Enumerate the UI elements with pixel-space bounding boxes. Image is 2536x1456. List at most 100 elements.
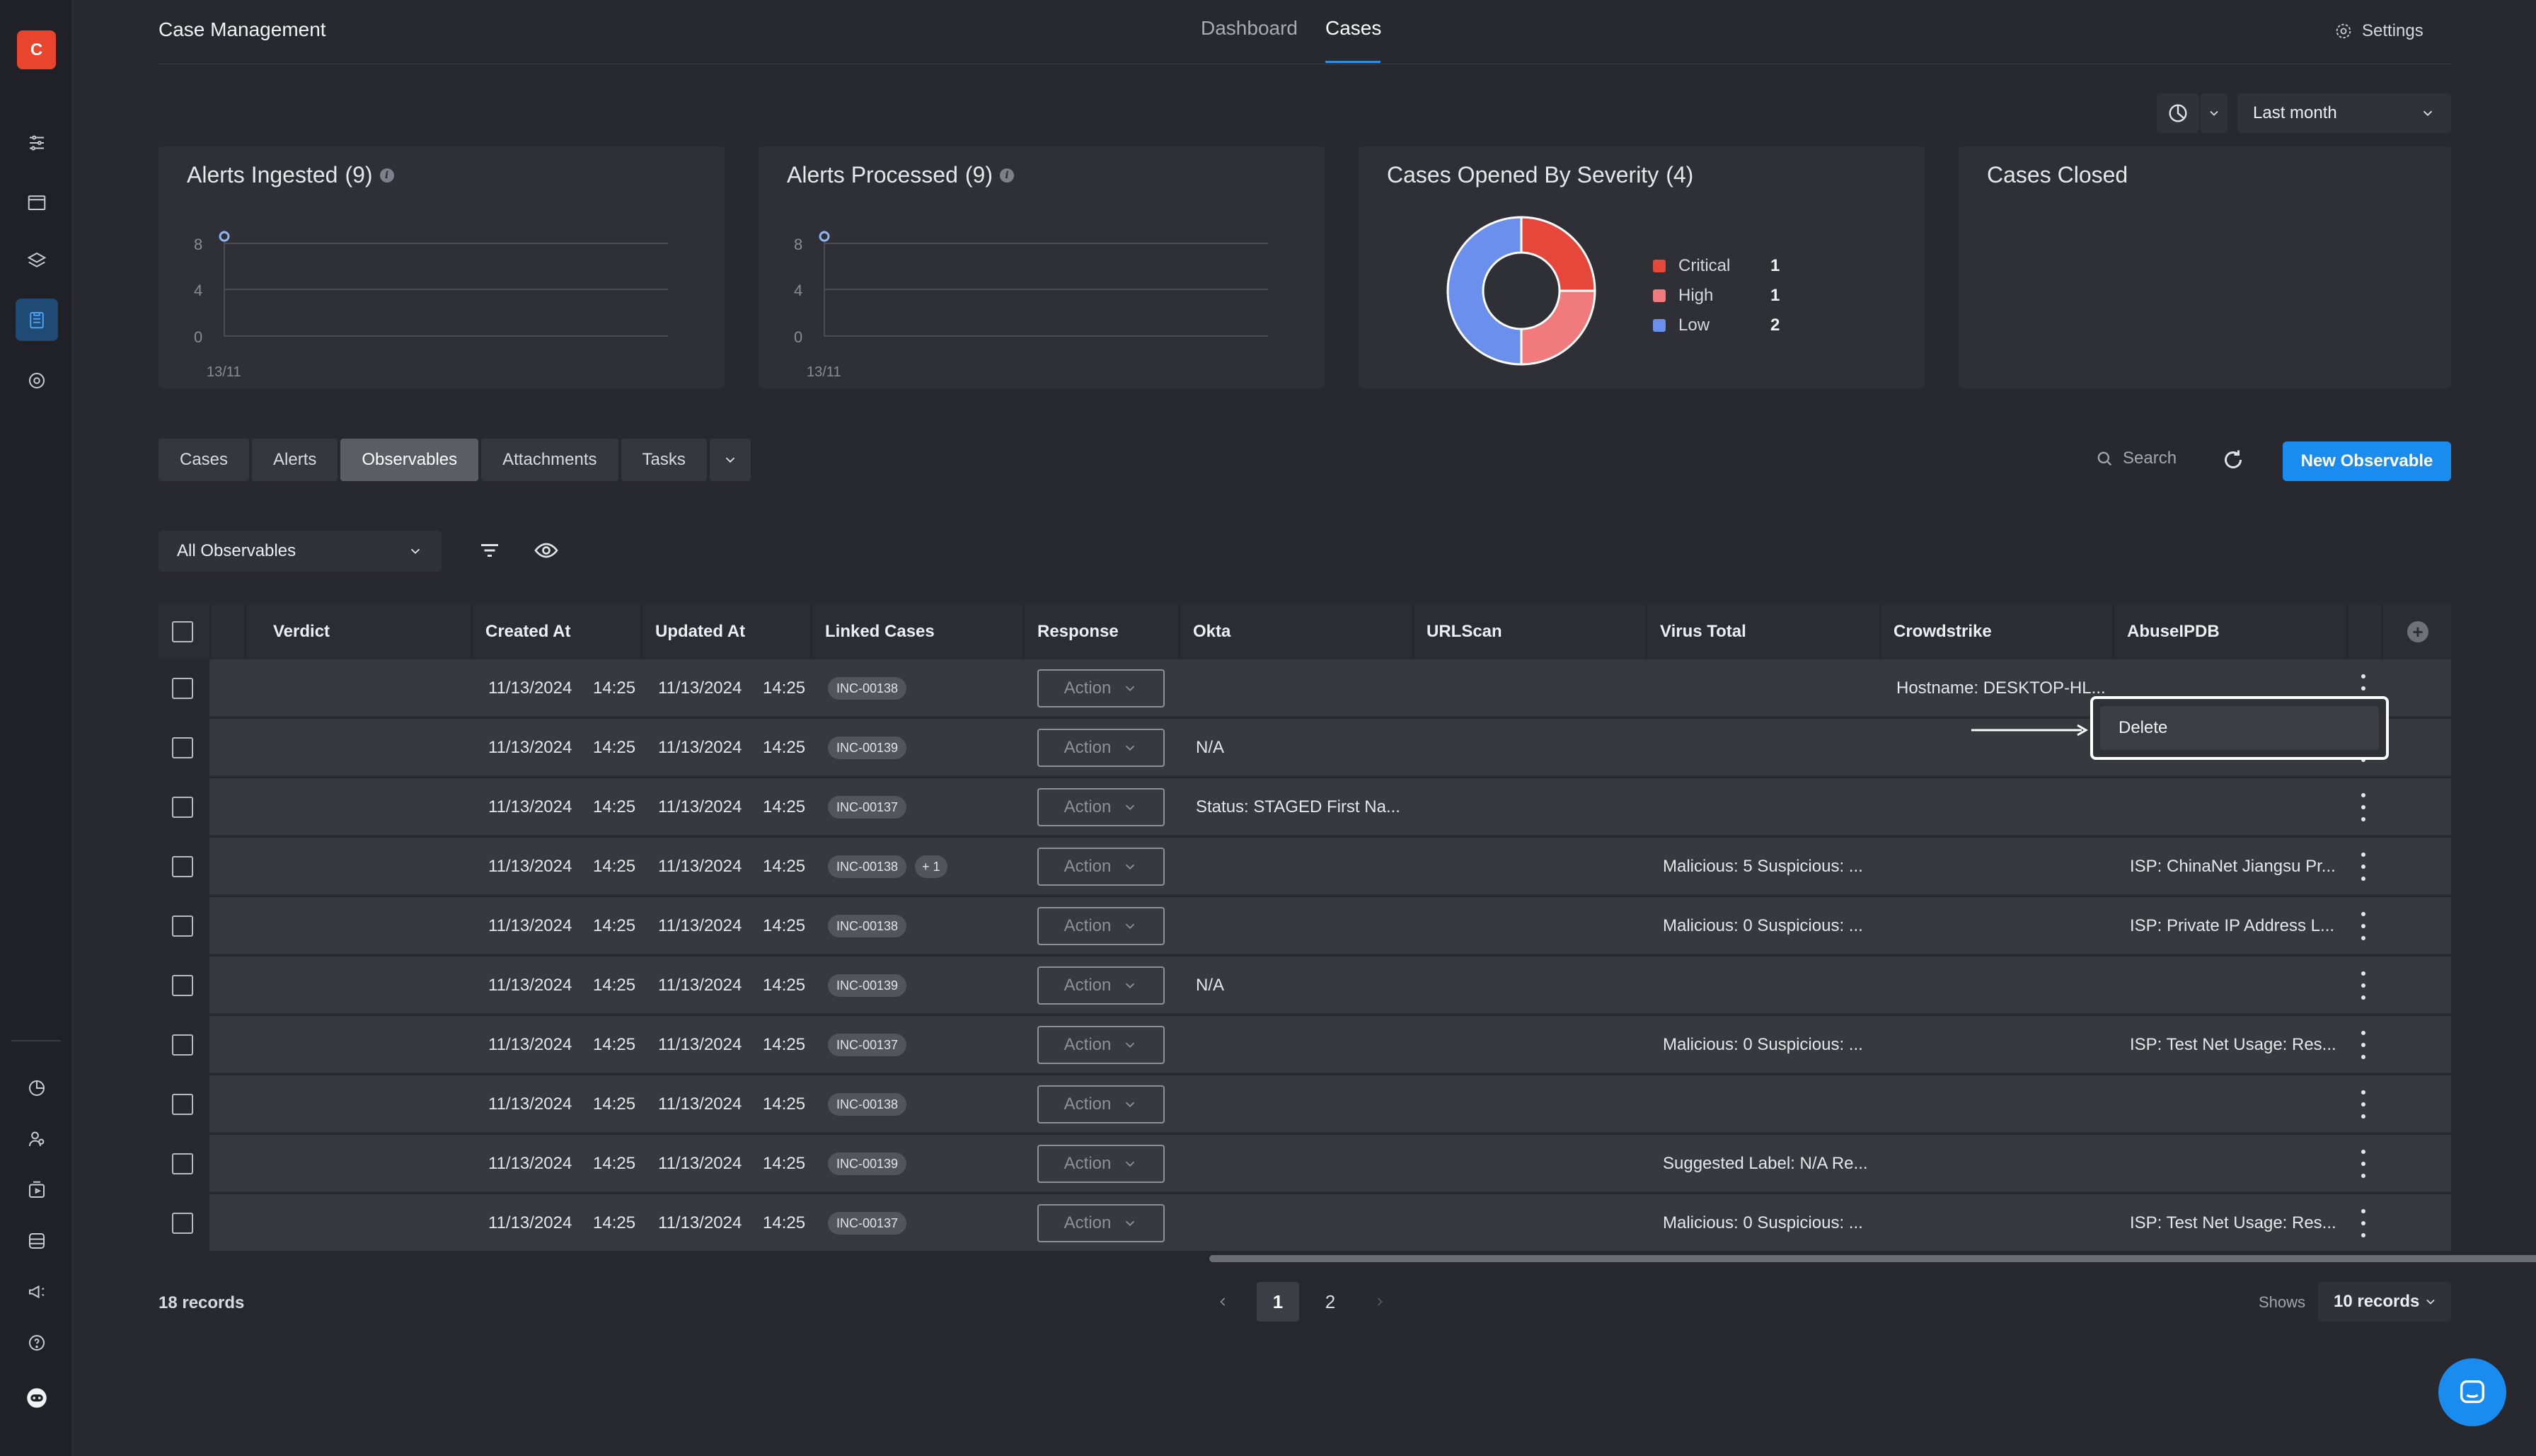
row-checkbox[interactable] <box>172 915 193 937</box>
table-row[interactable]: 11/13/2024 14:25 11/13/2024 14:25 INC-00137 A… <box>158 1016 2451 1074</box>
table-row[interactable]: 11/13/2024 14:25 11/13/2024 14:25 INC-00139 A… <box>158 1135 2451 1193</box>
row-more-menu-button[interactable] <box>2356 793 2370 821</box>
response-action-button[interactable]: Action <box>1037 966 1165 1005</box>
new-observable-button[interactable]: New Observable <box>2283 441 2451 481</box>
delete-menu-item[interactable]: Delete <box>2100 706 2379 750</box>
column-header-okta[interactable]: Okta <box>1193 604 1230 659</box>
column-header-updated-at[interactable]: Updated At <box>655 604 745 659</box>
sidebar-item-calendar[interactable] <box>16 181 58 224</box>
legend-item-critical[interactable]: Critical 1 <box>1653 251 1780 281</box>
response-action-button[interactable]: Action <box>1037 907 1165 945</box>
sidebar-item-users[interactable] <box>16 1118 58 1160</box>
data-point[interactable] <box>819 231 830 242</box>
donut-slice-critical[interactable] <box>1520 216 1596 292</box>
sidebar-item-target[interactable] <box>16 359 58 402</box>
filter-icon[interactable] <box>477 538 502 563</box>
sidebar-item-database[interactable] <box>16 1220 58 1262</box>
prev-page-button[interactable] <box>1210 1282 1235 1322</box>
linked-case-badge[interactable]: INC-00138 <box>828 677 907 700</box>
tab-attachments[interactable]: Attachments <box>481 439 618 481</box>
linked-case-badge[interactable]: INC-00139 <box>828 1152 907 1175</box>
table-row[interactable]: 11/13/2024 14:25 11/13/2024 14:25 INC-00138 +… <box>158 838 2451 896</box>
page-2-button[interactable]: 2 <box>1309 1282 1351 1322</box>
table-row[interactable]: 11/13/2024 14:25 11/13/2024 14:25 INC-00138 A… <box>158 897 2451 955</box>
row-more-menu-button[interactable] <box>2356 1150 2370 1178</box>
row-checkbox[interactable] <box>172 1213 193 1234</box>
select-all-checkbox[interactable] <box>172 621 193 642</box>
data-point[interactable] <box>219 231 230 242</box>
table-row[interactable]: 11/13/2024 14:25 11/13/2024 14:25 INC-00138 A… <box>158 1075 2451 1133</box>
response-action-button[interactable]: Action <box>1037 669 1165 707</box>
sidebar-item-reports[interactable] <box>16 1067 58 1109</box>
row-more-menu-button[interactable] <box>2356 853 2370 881</box>
sidebar-item-media[interactable] <box>16 1169 58 1211</box>
column-header-urlscan[interactable]: URLScan <box>1426 604 1502 659</box>
page-1-button[interactable]: 1 <box>1257 1282 1299 1322</box>
column-header-response[interactable]: Response <box>1037 604 1119 659</box>
next-page-button[interactable] <box>1367 1282 1393 1322</box>
eye-icon[interactable] <box>534 538 559 563</box>
row-checkbox[interactable] <box>172 1094 193 1115</box>
column-header-abuseipdb[interactable]: AbuseIPDB <box>2127 604 2220 659</box>
info-icon[interactable]: i <box>999 168 1014 183</box>
row-more-menu-button[interactable] <box>2356 912 2370 940</box>
settings-button[interactable]: Settings <box>2334 21 2423 41</box>
chart-view-dropdown[interactable] <box>2201 93 2227 133</box>
sidebar-item-cases[interactable] <box>16 299 58 341</box>
linked-case-badge[interactable]: INC-00139 <box>828 736 907 759</box>
more-tabs-button[interactable] <box>709 439 751 481</box>
linked-case-badge[interactable]: INC-00137 <box>828 796 907 819</box>
row-checkbox[interactable] <box>172 797 193 818</box>
sidebar-item-profile[interactable] <box>16 1377 58 1419</box>
table-row[interactable]: 11/13/2024 14:25 11/13/2024 14:25 INC-00137 A… <box>158 778 2451 836</box>
response-action-button[interactable]: Action <box>1037 848 1165 886</box>
response-action-button[interactable]: Action <box>1037 788 1165 826</box>
linked-case-badge[interactable]: INC-00138 <box>828 915 907 937</box>
column-header-crowdstrike[interactable]: Crowdstrike <box>1894 604 1992 659</box>
legend-item-low[interactable]: Low 2 <box>1653 311 1780 340</box>
observables-filter-select[interactable]: All Observables <box>158 531 442 572</box>
response-action-button[interactable]: Action <box>1037 1145 1165 1183</box>
linked-case-badge[interactable]: INC-00137 <box>828 1212 907 1235</box>
column-header-created-at[interactable]: Created At <box>485 604 570 659</box>
chart-view-toggle[interactable] <box>2157 93 2199 133</box>
time-range-select[interactable]: Last month <box>2237 93 2451 133</box>
tab-tasks[interactable]: Tasks <box>621 439 707 481</box>
linked-case-badge[interactable]: INC-00138 <box>828 855 907 878</box>
row-more-menu-button[interactable] <box>2356 1090 2370 1119</box>
more-cases-badge[interactable]: + 1 <box>915 855 947 878</box>
add-column-button[interactable]: + <box>2407 621 2428 642</box>
row-more-menu-button[interactable] <box>2356 1209 2370 1237</box>
row-checkbox[interactable] <box>172 678 193 699</box>
sidebar-item-layers[interactable] <box>16 239 58 282</box>
linked-case-badge[interactable]: INC-00137 <box>828 1034 907 1056</box>
legend-item-high[interactable]: High 1 <box>1653 281 1780 311</box>
search-input[interactable]: Search <box>2094 449 2177 468</box>
row-checkbox[interactable] <box>172 1153 193 1174</box>
row-checkbox[interactable] <box>172 856 193 877</box>
donut-slice-high[interactable] <box>1520 289 1596 366</box>
sidebar-item-sliders[interactable] <box>16 122 58 164</box>
tab-cases[interactable]: Cases <box>1325 17 1381 40</box>
app-logo[interactable]: C <box>17 30 56 69</box>
response-action-button[interactable]: Action <box>1037 1204 1165 1242</box>
tab-alerts[interactable]: Alerts <box>252 439 338 481</box>
sidebar-item-help[interactable] <box>16 1322 58 1364</box>
horizontal-scrollbar[interactable] <box>1209 1255 2536 1262</box>
sidebar-item-announcements[interactable] <box>16 1271 58 1313</box>
chat-support-button[interactable] <box>2438 1358 2506 1426</box>
column-header-linked-cases[interactable]: Linked Cases <box>825 604 935 659</box>
column-header-virus-total[interactable]: Virus Total <box>1660 604 1746 659</box>
response-action-button[interactable]: Action <box>1037 729 1165 767</box>
response-action-button[interactable]: Action <box>1037 1085 1165 1123</box>
donut-slice-low[interactable] <box>1446 216 1523 366</box>
linked-case-badge[interactable]: INC-00138 <box>828 1093 907 1116</box>
tab-observables[interactable]: Observables <box>340 439 479 481</box>
linked-case-badge[interactable]: INC-00139 <box>828 974 907 997</box>
per-page-select[interactable]: 10 records <box>2318 1282 2451 1322</box>
row-checkbox[interactable] <box>172 1034 193 1056</box>
table-row[interactable]: 11/13/2024 14:25 11/13/2024 14:25 INC-00139 A… <box>158 957 2451 1015</box>
row-checkbox[interactable] <box>172 975 193 996</box>
refresh-icon[interactable] <box>2220 447 2246 473</box>
info-icon[interactable]: i <box>379 168 394 183</box>
